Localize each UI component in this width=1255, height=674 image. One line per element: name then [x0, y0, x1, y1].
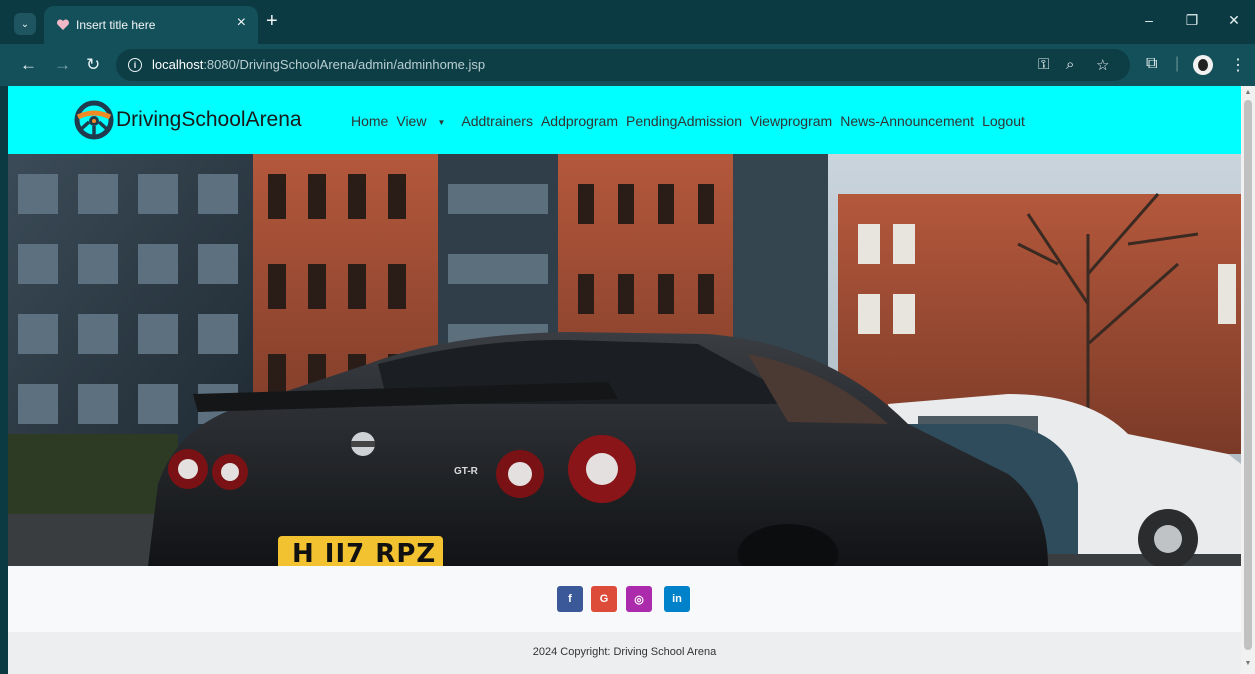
close-tab-icon[interactable]: ×	[237, 15, 246, 31]
scroll-up-icon[interactable]: ▲	[1244, 89, 1252, 96]
scroll-down-icon[interactable]: ▼	[1244, 660, 1252, 667]
google-button[interactable]: G	[591, 586, 617, 612]
profile-avatar-icon[interactable]	[1193, 55, 1213, 75]
browser-toolbar: ← → ↻ i localhost:8080/DrivingSchoolAren…	[0, 44, 1255, 86]
license-plate: H II7 RPZ	[278, 536, 443, 566]
instagram-icon: ◎	[634, 593, 644, 606]
bookmark-star-icon[interactable]: ☆	[1096, 56, 1109, 74]
hero-car-photo	[8, 154, 1241, 566]
close-window-icon[interactable]: ✕	[1222, 12, 1246, 29]
url-text[interactable]: localhost:8080/DrivingSchoolArena/admin/…	[152, 57, 485, 72]
heart-favicon-icon	[56, 19, 70, 30]
site-info-icon[interactable]: i	[128, 58, 142, 72]
tab-strip: ⌄ Insert title here × + – ❐ ✕	[0, 0, 1255, 44]
toolbar-divider: |	[1175, 55, 1180, 72]
steering-wheel-icon	[74, 100, 114, 140]
site-navbar: DrivingSchoolArena Home View ▼ Addtrainer…	[8, 86, 1241, 154]
instagram-button[interactable]: ◎	[626, 586, 652, 612]
nav-addprogram[interactable]: Addprogram	[541, 113, 618, 129]
nav-addtrainers[interactable]: Addtrainers	[461, 113, 533, 129]
key-icon[interactable]: ⚿	[1038, 56, 1049, 73]
brand-link[interactable]: DrivingSchoolArena	[74, 100, 302, 140]
new-tab-icon[interactable]: +	[266, 11, 278, 31]
hero-image: H II7 RPZ GT-R	[8, 154, 1241, 566]
tab-title: Insert title here	[76, 18, 156, 32]
menu-kebab-icon[interactable]: ⋮	[1230, 55, 1246, 75]
page-viewport: DrivingSchoolArena Home View ▼ Addtrainer…	[8, 86, 1241, 674]
nav-logout[interactable]: Logout	[982, 113, 1025, 129]
nav-home[interactable]: Home	[351, 113, 388, 129]
nav-links: Home View ▼ Addtrainers Addprogram Pendin…	[351, 113, 1033, 129]
nav-news-announcement[interactable]: News-Announcement	[840, 113, 974, 129]
caret-down-icon: ▼	[437, 117, 446, 127]
facebook-button[interactable]: f	[557, 586, 583, 612]
google-icon: G	[599, 593, 609, 605]
back-icon[interactable]: ←	[20, 56, 37, 73]
nav-pendingadmission[interactable]: PendingAdmission	[626, 113, 742, 129]
footer: 2024 Copyright: Driving School Arena	[8, 632, 1241, 674]
brand-name: DrivingSchoolArena	[116, 108, 302, 131]
nav-view-dropdown[interactable]: View ▼	[396, 113, 453, 129]
copyright-text: 2024 Copyright: Driving School Arena	[532, 646, 717, 658]
browser-tab[interactable]: Insert title here ×	[44, 6, 258, 44]
browser-window: ⌄ Insert title here × + – ❐ ✕ ← → ↻ i lo…	[0, 0, 1255, 674]
facebook-icon: f	[568, 593, 572, 605]
address-bar[interactable]: i localhost:8080/DrivingSchoolArena/admi…	[116, 49, 1130, 81]
zoom-icon[interactable]: ⌕	[1066, 56, 1074, 73]
scroll-thumb[interactable]	[1244, 100, 1252, 650]
social-section: f G ◎ in	[8, 566, 1241, 632]
linkedin-button[interactable]: in	[664, 586, 690, 612]
page-scrollbar[interactable]: ▲ ▼	[1241, 86, 1255, 674]
reload-icon[interactable]: ↻	[86, 56, 100, 73]
tab-search-icon[interactable]: ⌄	[14, 13, 36, 35]
linkedin-icon: in	[672, 593, 682, 605]
restore-icon[interactable]: ❐	[1180, 12, 1204, 29]
forward-icon[interactable]: →	[54, 56, 71, 73]
extensions-icon[interactable]: ⧉	[1146, 55, 1157, 73]
minimize-icon[interactable]: –	[1137, 12, 1161, 28]
car-badge: GT-R	[454, 466, 478, 477]
nav-viewprogram[interactable]: Viewprogram	[750, 113, 832, 129]
